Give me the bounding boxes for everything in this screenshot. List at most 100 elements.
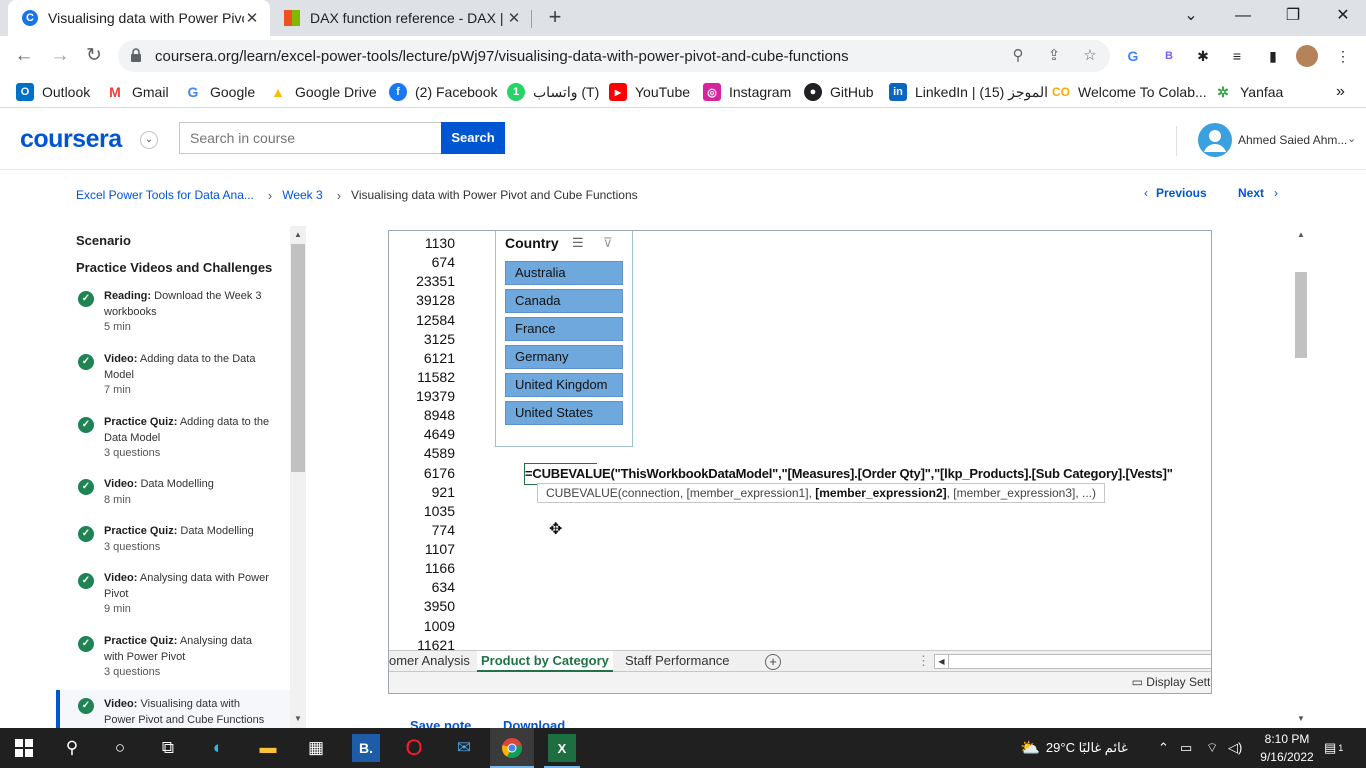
bookmark-facebook[interactable]: f (2) Facebook [389, 82, 497, 102]
section-title[interactable]: Scenario [76, 233, 131, 248]
extensions-puzzle-icon[interactable]: ✱ [1192, 45, 1214, 67]
bookmark-github[interactable]: ● GitHub [804, 82, 874, 102]
clock[interactable]: 8:10 PM 9/16/2022 [1254, 730, 1320, 766]
user-name[interactable]: Ahmed Saied Ahm... [1238, 133, 1347, 147]
scrollbar-thumb[interactable] [1295, 272, 1307, 358]
task-view-icon[interactable]: ⧉ [154, 734, 182, 762]
chevron-right-icon: › [336, 187, 342, 203]
bookmark-google-drive[interactable]: ▲ Google Drive [269, 82, 377, 102]
file-explorer-icon[interactable]: ▬ [254, 734, 282, 762]
bookmarks-overflow-button[interactable]: » [1336, 82, 1345, 102]
tray-chevron-icon[interactable]: ⌃ [1158, 728, 1169, 768]
volume-icon[interactable]: ◁) [1228, 728, 1242, 768]
sidebar-item[interactable]: ✓ Practice Quiz: Data Modelling 3 questi… [76, 524, 276, 560]
tab-search-icon[interactable]: ⌄ [1176, 4, 1206, 28]
windows-start-icon[interactable] [10, 734, 38, 762]
chrome-icon[interactable] [498, 734, 526, 762]
yanfaa-icon: ✲ [1214, 83, 1232, 101]
b-extension-icon[interactable]: B [1158, 45, 1180, 67]
search-icon[interactable]: ⚲ [58, 734, 86, 762]
sidebar-item[interactable]: ✓ Video: Adding data to the Data Model 7… [76, 352, 276, 402]
tab-dax-reference[interactable]: DAX function reference - DAX | M ✕ [272, 0, 532, 36]
lecture-video[interactable]: 1130 674 23351 39128 12584 3125 6121 115… [388, 230, 1212, 694]
mail-icon[interactable]: ✉ [450, 734, 478, 762]
scroll-down-icon[interactable]: ▼ [1292, 714, 1310, 723]
breadcrumb-course[interactable]: Excel Power Tools for Data Ana... [76, 188, 254, 202]
bookmark-yanfaa[interactable]: ✲ Yanfaa [1214, 82, 1283, 102]
sidebar-item[interactable]: ✓ Video: Analysing data with Power Pivot… [76, 571, 276, 621]
bookmark-linkedin[interactable]: in LinkedIn | الموجز (15) [889, 82, 1048, 102]
instagram-icon: ◎ [703, 83, 721, 101]
wifi-icon[interactable]: ⌔ [1206, 728, 1218, 768]
bookmark-star-icon[interactable]: ☆ [1080, 46, 1100, 66]
address-bar[interactable]: coursera.org/learn/excel-power-tools/lec… [118, 40, 1110, 72]
cube-formula: =CUBEVALUE("ThisWorkbookDataModel","[Mea… [525, 466, 1173, 481]
weather-widget[interactable]: ⛅ 29°C غائم غالبًا [1020, 728, 1128, 768]
scroll-up-icon[interactable]: ▲ [290, 230, 306, 239]
sidebar-item[interactable]: ✓ Reading: Download the Week 3 workbooks… [76, 289, 276, 339]
github-icon: ● [804, 83, 822, 101]
close-tab-icon[interactable]: ✕ [244, 9, 260, 27]
close-tab-icon[interactable]: ✕ [506, 9, 522, 27]
youtube-icon: ▶ [609, 83, 627, 101]
menu-kebab-icon[interactable]: ⋮ [1332, 45, 1354, 67]
bookmark-google[interactable]: G Google [184, 82, 255, 102]
group-title[interactable]: Practice Videos and Challenges [76, 260, 272, 275]
share-icon[interactable]: ⇪ [1044, 46, 1064, 66]
bookmark-label: Instagram [729, 84, 792, 100]
chevron-down-icon[interactable]: ⌄ [1347, 132, 1356, 145]
search-input[interactable] [180, 123, 441, 153]
sidebar-item[interactable]: ✓ Video: Data Modelling 8 min [76, 477, 276, 513]
sidebar-item[interactable]: ✓ Practice Quiz: Adding data to the Data… [76, 415, 276, 465]
bookmark-instagram[interactable]: ◎ Instagram [703, 82, 791, 102]
edge-icon[interactable]: ◐ [204, 734, 232, 762]
display-settings: ▭ Display Setti [1131, 675, 1212, 689]
next-button[interactable]: Next › [1238, 186, 1278, 200]
tab-coursera[interactable]: C Visualising data with Power Pivot ✕ [8, 0, 270, 36]
reload-icon[interactable]: ↻ [82, 44, 106, 68]
profile-avatar[interactable] [1296, 45, 1318, 67]
scroll-down-icon[interactable]: ▼ [290, 714, 306, 723]
side-panel-icon[interactable]: ▮ [1262, 45, 1284, 67]
opera-icon[interactable]: O [400, 734, 428, 762]
zoom-icon[interactable]: ⚲ [1008, 46, 1028, 66]
close-window-icon[interactable]: ✕ [1328, 4, 1358, 28]
cortana-icon[interactable]: ○ [106, 734, 134, 762]
scrollbar-thumb[interactable] [291, 244, 305, 472]
item-meta: 3 questions [104, 666, 161, 678]
cell-value: 39128 [416, 292, 455, 308]
forward-icon[interactable]: → [48, 44, 72, 68]
bookmark-colab[interactable]: CO Welcome To Colab... [1052, 82, 1207, 102]
bookmark-outlook[interactable]: O Outlook [16, 82, 90, 102]
microsoft-favicon-icon [284, 10, 300, 26]
search-button[interactable]: Search [441, 122, 505, 154]
new-tab-icon[interactable]: + [543, 6, 567, 30]
coursera-logo[interactable]: coursera [20, 125, 122, 154]
battery-icon[interactable]: ▭ [1180, 728, 1192, 768]
chevron-down-icon[interactable]: ⌄ [140, 131, 158, 149]
sidebar-item-current[interactable]: ✓ Video: Visualising data with Power Piv… [56, 690, 290, 728]
sidebar-scrollbar[interactable]: ▲ ▼ [290, 226, 306, 728]
page-scrollbar[interactable]: ▲ ▼ [1292, 226, 1310, 728]
minimize-icon[interactable]: — [1228, 4, 1258, 28]
bookmark-gmail[interactable]: M Gmail [106, 82, 169, 102]
user-avatar-icon[interactable] [1198, 123, 1232, 157]
back-icon[interactable]: ← [12, 44, 36, 68]
bookmark-whatsapp[interactable]: 1 واتساب (T) [507, 82, 599, 102]
breadcrumb-week[interactable]: Week 3 [282, 188, 322, 202]
b-app-icon[interactable]: B. [352, 734, 380, 762]
sidebar-item[interactable]: ✓ Practice Quiz: Analysing data with Pow… [76, 634, 276, 684]
reading-list-icon[interactable]: ≡ [1226, 45, 1248, 67]
bookmark-youtube[interactable]: ▶ YouTube [609, 82, 690, 102]
cell-value: 4649 [423, 426, 455, 442]
previous-button[interactable]: ‹ Previous [1144, 186, 1207, 200]
bookmark-label: GitHub [830, 84, 874, 100]
translate-extension-icon[interactable]: G [1122, 45, 1144, 67]
function-tooltip: CUBEVALUE(connection, [member_expression… [537, 483, 1106, 503]
excel-icon[interactable]: X [548, 734, 576, 762]
notifications-icon[interactable]: ▤ 1 [1324, 728, 1343, 768]
restore-icon[interactable]: ❐ [1278, 4, 1308, 28]
item-text: Video: Data Modelling [104, 478, 214, 490]
scroll-up-icon[interactable]: ▲ [1292, 230, 1310, 239]
store-icon[interactable]: ▦ [302, 734, 330, 762]
